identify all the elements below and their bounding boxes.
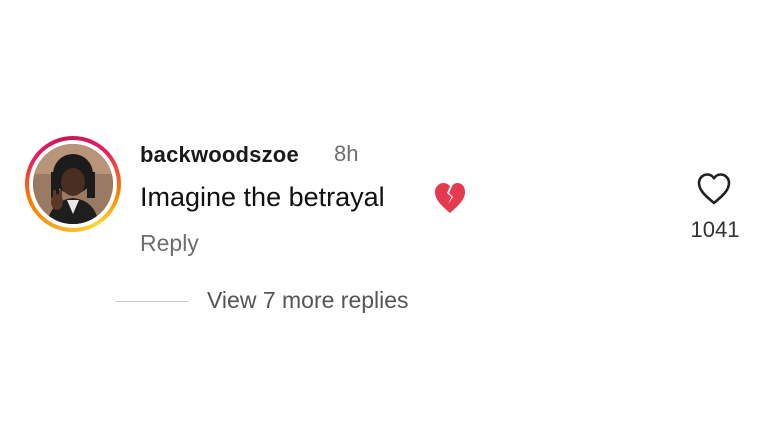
replies-divider	[116, 301, 188, 302]
like-count: 1041	[690, 217, 740, 242]
avatar-photo	[33, 144, 113, 224]
broken-heart-emoji-icon	[432, 180, 468, 216]
avatar[interactable]	[33, 144, 113, 224]
comment-text: Imagine the betrayal	[140, 182, 385, 212]
comment-screen: backwoodszoe 8h Imagine the betrayal Rep…	[0, 0, 768, 432]
comment-username[interactable]: backwoodszoe	[140, 142, 299, 168]
comment-timestamp: 8h	[334, 141, 359, 166]
heart-outline-icon[interactable]	[695, 171, 733, 207]
story-ring[interactable]	[25, 136, 121, 232]
reply-button[interactable]: Reply	[140, 230, 199, 257]
view-more-replies-button[interactable]: View 7 more replies	[207, 287, 409, 314]
